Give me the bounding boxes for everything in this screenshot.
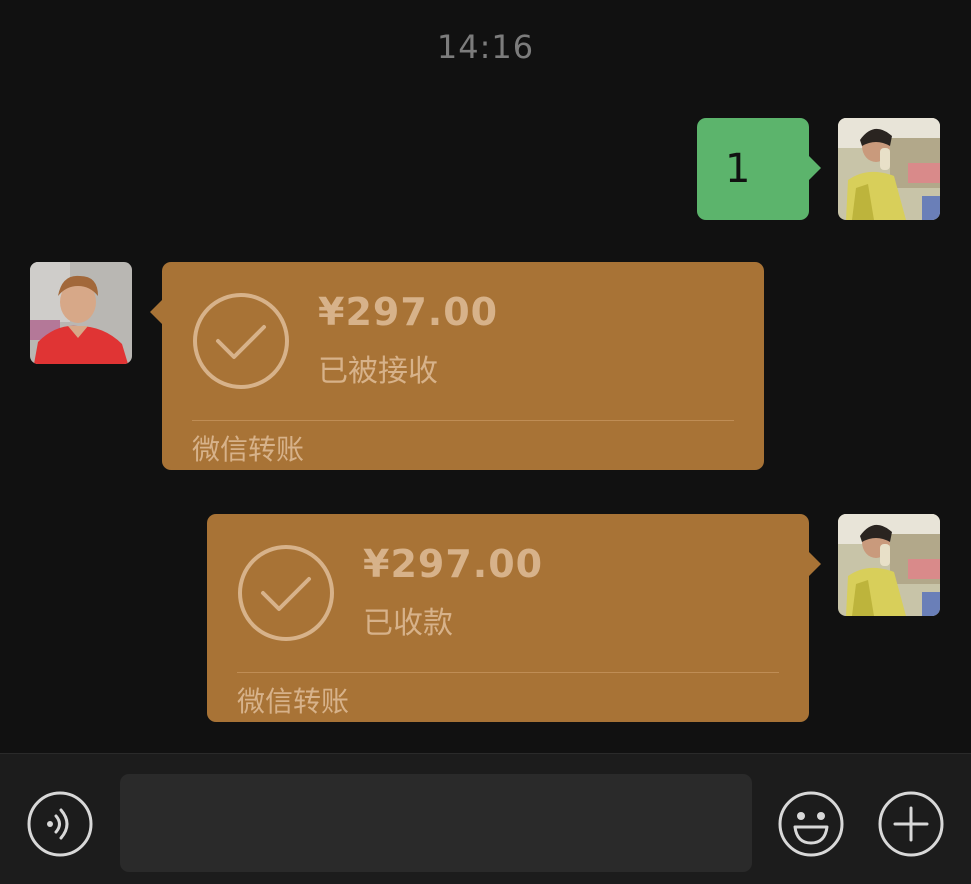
transfer-card-received[interactable]: ¥297.00 已被接收 微信转账 <box>150 262 764 470</box>
my-avatar[interactable] <box>838 118 940 220</box>
divider <box>237 672 779 673</box>
transfer-amount: ¥297.00 <box>318 290 499 334</box>
chat-timestamp: 14:16 <box>436 28 535 66</box>
contact-avatar[interactable] <box>30 262 132 364</box>
check-circle-icon <box>238 545 334 641</box>
emoji-icon[interactable] <box>778 791 844 857</box>
plus-icon[interactable] <box>878 791 944 857</box>
transfer-status: 已收款 <box>363 606 453 641</box>
avatar-photo <box>838 118 940 220</box>
avatar-photo <box>838 514 940 616</box>
transfer-label: 微信转账 <box>237 685 350 718</box>
transfer-card-collected[interactable]: ¥297.00 已收款 微信转账 <box>207 514 821 722</box>
my-avatar[interactable] <box>838 514 940 616</box>
transfer-status: 已被接收 <box>318 354 438 389</box>
avatar-photo <box>30 262 132 364</box>
transfer-amount: ¥297.00 <box>363 542 544 586</box>
transfer-label: 微信转账 <box>192 433 305 466</box>
voice-icon[interactable] <box>27 791 93 857</box>
message-input[interactable] <box>120 774 752 872</box>
message-bubble-text[interactable]: 1 <box>697 118 821 220</box>
divider <box>192 420 734 421</box>
chat-input-bar <box>0 753 971 884</box>
check-circle-icon <box>193 293 289 389</box>
